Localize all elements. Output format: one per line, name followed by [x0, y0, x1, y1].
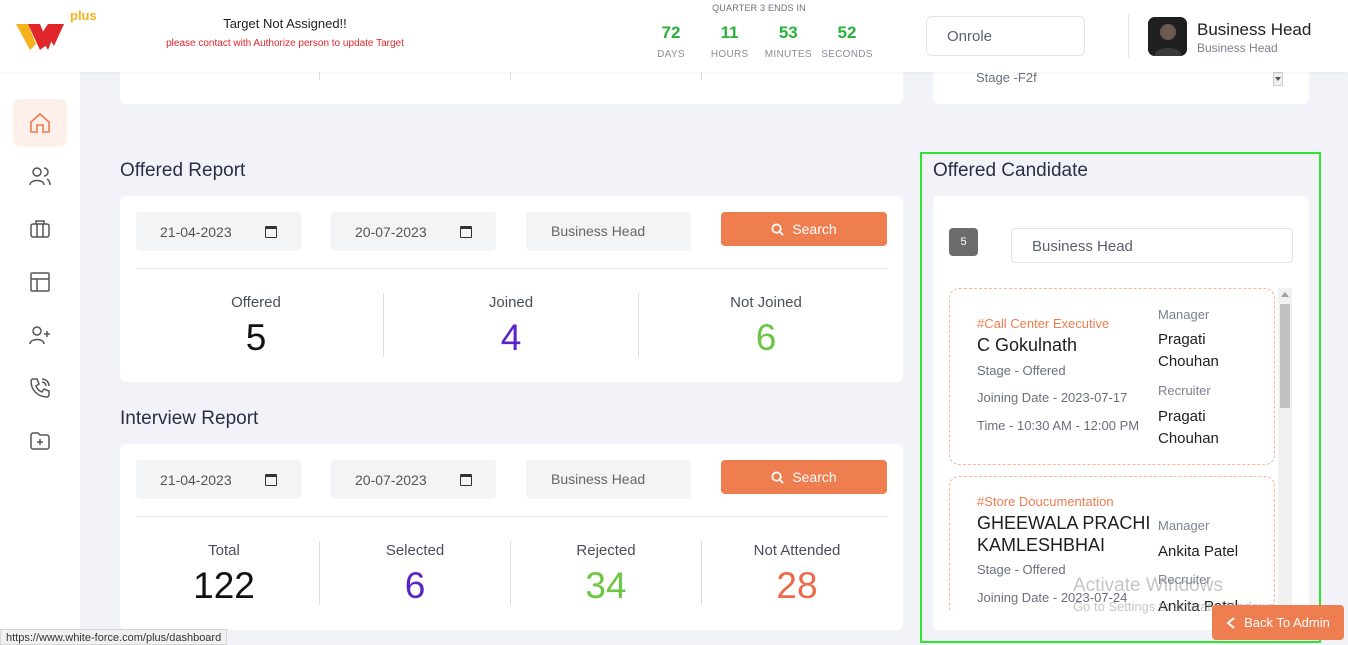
- target-subtitle: please contact with Authorize person to …: [166, 38, 404, 49]
- user-plus-icon: [29, 326, 50, 345]
- interview-filter[interactable]: Business Head: [526, 460, 691, 499]
- countdown-minutes: 53 MINUTES: [764, 23, 812, 60]
- offered-from-date[interactable]: 21-04-2023: [136, 212, 301, 251]
- manager-label: Manager: [1158, 518, 1210, 533]
- phone-icon: [30, 378, 50, 398]
- offered-to-date[interactable]: 20-07-2023: [331, 212, 496, 251]
- avatar[interactable]: [1148, 17, 1187, 56]
- users-icon: [29, 167, 51, 186]
- interview-from-date[interactable]: 21-04-2023: [136, 460, 301, 499]
- joined-stat: Joined 4: [391, 294, 631, 356]
- rejected-stat: Rejected 34: [518, 542, 694, 604]
- candidate-stage: Stage - Offered: [977, 562, 1066, 577]
- logo-text: plus: [70, 8, 97, 23]
- total-stat: Total 122: [136, 542, 312, 604]
- candidate-joining-date: Joining Date - 2023-07-17: [977, 390, 1128, 405]
- brand-logo[interactable]: plus: [14, 6, 110, 56]
- candidate-tag: #Store Doucumentation: [977, 494, 1114, 509]
- offered-search-button[interactable]: Search: [721, 212, 887, 246]
- search-icon: [771, 222, 785, 236]
- candidate-name: GHEEWALA PRACHI KAMLESHBHAI: [977, 513, 1151, 555]
- calendar-icon: [265, 225, 277, 238]
- windows-watermark-title: Activate Windows: [1073, 575, 1223, 596]
- calendar-icon: [265, 473, 277, 486]
- candidate-count-badge: 5: [949, 228, 978, 256]
- chevron-left-icon: [1226, 616, 1235, 629]
- offered-candidate-title: Offered Candidate: [933, 160, 1088, 181]
- manager-name: Pragati Chouhan: [1158, 331, 1219, 370]
- not-joined-stat: Not Joined 6: [646, 294, 886, 356]
- joined-value: 4: [500, 317, 522, 358]
- sidebar-item-jobs[interactable]: [13, 205, 67, 253]
- target-title: Target Not Assigned!!: [223, 16, 347, 31]
- not-attended-value: 28: [776, 565, 818, 606]
- candidate-stage: Stage - Offered: [977, 363, 1066, 378]
- sidebar-item-add-user[interactable]: [13, 311, 67, 359]
- home-icon: [30, 112, 50, 133]
- offered-report-card: 21-04-2023 20-07-2023 Business Head Sear…: [120, 196, 903, 382]
- scroll-thumb[interactable]: [1280, 304, 1290, 408]
- recruiter-name: Pragati Chouhan: [1158, 408, 1219, 447]
- sidebar-item-home[interactable]: [13, 99, 67, 147]
- offered-value: 5: [245, 317, 267, 358]
- scroll-down-button[interactable]: [1273, 72, 1283, 86]
- calendar-icon: [460, 473, 472, 486]
- target-notice: Target Not Assigned!! please contact wit…: [140, 16, 430, 49]
- role-select[interactable]: Onrole: [926, 16, 1085, 56]
- not-attended-stat: Not Attended 28: [709, 542, 885, 604]
- candidate-name: C Gokulnath: [977, 335, 1078, 355]
- folder-plus-icon: [30, 432, 50, 450]
- not-joined-value: 6: [755, 317, 777, 358]
- briefcase-icon: [30, 220, 50, 238]
- offered-filter[interactable]: Business Head: [526, 212, 691, 251]
- header-divider: [1128, 14, 1129, 58]
- sidebar-item-layout[interactable]: [13, 258, 67, 306]
- calendar-icon: [460, 225, 472, 238]
- status-bar-url: https://www.white-force.com/plus/dashboa…: [0, 629, 228, 645]
- sidebar-item-users[interactable]: [13, 152, 67, 200]
- stage-text: Stage -F2f: [976, 70, 1037, 85]
- offered-stat: Offered 5: [136, 294, 376, 356]
- sidebar: [0, 72, 80, 645]
- candidate-list[interactable]: #Call Center Executive C Gokulnath Stage…: [946, 287, 1293, 611]
- selected-value: 6: [404, 565, 426, 606]
- search-icon: [771, 470, 785, 484]
- scroll-up-arrow[interactable]: [1281, 292, 1289, 297]
- interview-report-card: 21-04-2023 20-07-2023 Business Head Sear…: [120, 444, 903, 630]
- user-role: Business Head: [1197, 41, 1278, 55]
- interview-search-button[interactable]: Search: [721, 460, 887, 494]
- sidebar-item-calls[interactable]: [13, 364, 67, 412]
- candidate-time: Time - 10:30 AM - 12:00 PM: [977, 418, 1140, 433]
- quarter-title: QUARTER 3 ENDS IN: [712, 3, 806, 13]
- rejected-value: 34: [585, 565, 627, 606]
- interview-to-date[interactable]: 20-07-2023: [331, 460, 496, 499]
- quarter-countdown: QUARTER 3 ENDS IN 72 DAYS 11 HOURS 53 MI…: [630, 3, 888, 60]
- back-to-admin-button[interactable]: Back To Admin: [1212, 605, 1344, 640]
- candidate-scrollbar[interactable]: [1278, 288, 1292, 611]
- recruiter-label: Recruiter: [1158, 383, 1211, 398]
- sidebar-item-folder[interactable]: [13, 417, 67, 465]
- top-header: plus Target Not Assigned!! please contac…: [0, 0, 1348, 72]
- total-value: 122: [193, 565, 255, 606]
- candidate-tag: #Call Center Executive: [977, 316, 1110, 331]
- countdown-seconds: 52 SECONDS: [821, 23, 873, 60]
- selected-stat: Selected 6: [327, 542, 503, 604]
- layout-icon: [30, 272, 50, 292]
- offered-report-title: Offered Report: [120, 160, 246, 181]
- countdown-days: 72 DAYS: [657, 23, 685, 60]
- manager-name: Ankita Patel: [1158, 543, 1239, 560]
- interview-report-title: Interview Report: [120, 408, 259, 429]
- candidate-card[interactable]: #Call Center Executive C Gokulnath Stage…: [949, 288, 1275, 465]
- user-name: Business Head: [1197, 20, 1312, 39]
- manager-label: Manager: [1158, 307, 1210, 322]
- countdown-hours: 11 HOURS: [710, 23, 749, 60]
- candidate-filter[interactable]: Business Head: [1011, 228, 1293, 263]
